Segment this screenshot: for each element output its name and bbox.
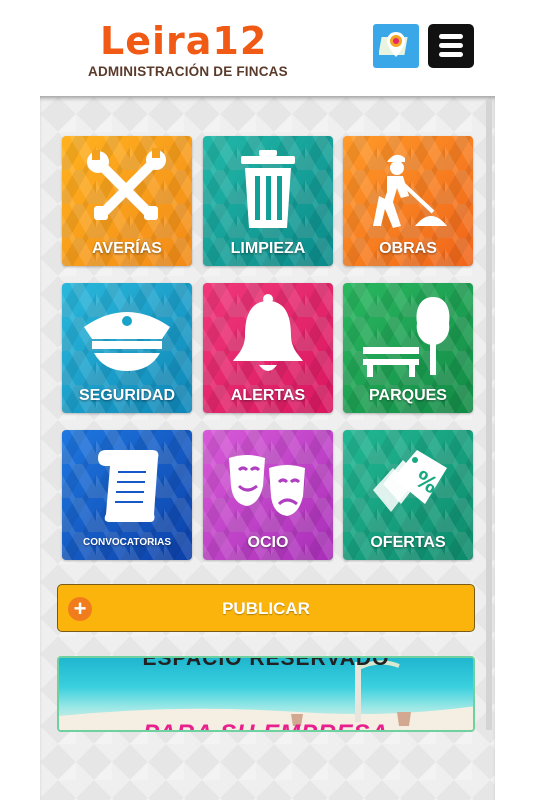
- tile-parques[interactable]: PARQUES: [343, 283, 473, 413]
- construction-worker-icon: [373, 154, 447, 228]
- tile-label: PARQUES: [369, 387, 447, 404]
- logo-subtitle: ADMINISTRACIÓN DE FINCAS: [88, 64, 288, 79]
- tile-label: ALERTAS: [230, 387, 306, 404]
- tile-label: SEGURIDAD: [78, 387, 175, 404]
- tile-label: OFERTAS: [370, 534, 446, 551]
- tile-alertas[interactable]: ALERTAS: [203, 283, 333, 413]
- tile-label: CONVOCATORIAS: [83, 537, 171, 548]
- tile-label: OBRAS: [379, 240, 437, 257]
- banner-bottom-text: PARA SU EMPRESA: [59, 720, 473, 730]
- scrollbar[interactable]: [486, 100, 492, 730]
- ad-banner[interactable]: ESPACIO RESERVADO PARA SU EMPRESA: [57, 656, 475, 732]
- tile-label: LIMPIEZA: [230, 240, 306, 257]
- tile-limpieza[interactable]: LIMPIEZA: [203, 136, 333, 266]
- tile-ocio[interactable]: OCIO: [203, 430, 333, 560]
- tools-icon: [87, 148, 166, 220]
- tile-ofertas[interactable]: % OFERTAS: [343, 430, 473, 560]
- publish-label: PUBLICAR: [222, 599, 310, 618]
- theater-masks-icon: [229, 455, 305, 516]
- park-bench-tree-icon: [363, 297, 450, 377]
- map-pin-icon: [379, 32, 408, 57]
- tile-averias[interactable]: AVERÍAS: [62, 136, 192, 266]
- trash-can-icon: [241, 150, 295, 228]
- discount-tags-icon: %: [373, 450, 447, 512]
- tile-label: OCIO: [247, 534, 289, 551]
- tile-convocatorias[interactable]: CONVOCATORIAS: [62, 430, 192, 560]
- scroll-icon: [98, 450, 159, 522]
- tile-label: AVERÍAS: [92, 240, 162, 257]
- bell-icon: [233, 294, 303, 371]
- publish-button[interactable]: + PUBLICAR: [57, 584, 475, 632]
- police-cap-icon: [84, 312, 170, 371]
- tile-seguridad[interactable]: SEGURIDAD: [62, 283, 192, 413]
- menu-button[interactable]: [428, 24, 474, 68]
- map-button[interactable]: [373, 24, 419, 68]
- tile-obras[interactable]: OBRAS: [343, 136, 473, 266]
- logo-title[interactable]: Leira12: [100, 22, 267, 60]
- banner-top-text: ESPACIO RESERVADO: [142, 656, 390, 670]
- app-header: Leira12 ADMINISTRACIÓN DE FINCAS: [0, 0, 533, 96]
